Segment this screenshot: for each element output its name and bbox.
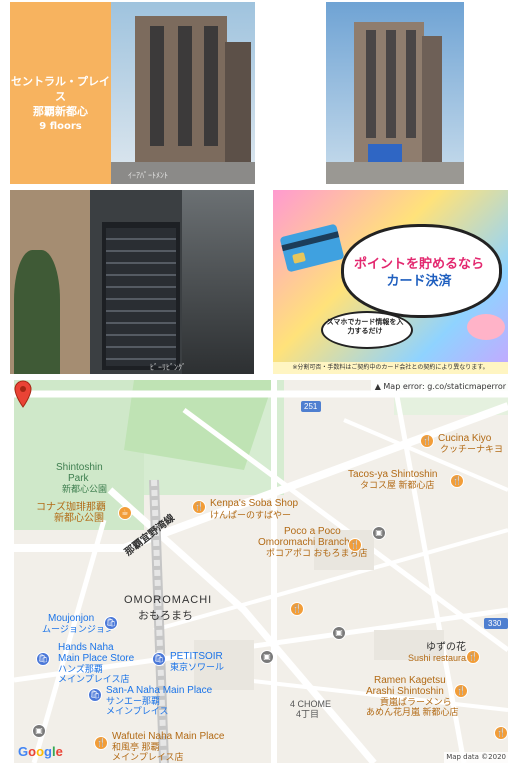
cucina-label-en: Cucina Kiyo bbox=[438, 433, 492, 444]
kenpas-label-en: Kenpa's Soba Shop bbox=[210, 498, 299, 509]
promo-footnote: ※分割可否・手数料はご契約中のカード会社との契約により異なります。 bbox=[273, 362, 508, 374]
piggy-bank-icon bbox=[467, 314, 505, 340]
hands-label-ja1: ハンズ那覇 bbox=[58, 664, 103, 674]
petitsoir-label-ja: 東京ソワール bbox=[170, 662, 225, 672]
park-label-ja: 新都心公園 bbox=[62, 484, 108, 494]
window-column bbox=[150, 26, 164, 146]
ramen-label-ja1: 貢嵐ぱラーメンら bbox=[380, 697, 452, 707]
promo-banner[interactable]: ポイントを貯めるなら カード決済 スマホでカード情報を入力するだけ ※分割可否・… bbox=[273, 190, 508, 374]
chome-label-ja: 4丁目 bbox=[296, 709, 320, 719]
ramen-label-ja2: あめん花月嵐 新都心店 bbox=[366, 707, 459, 717]
cafe-pin-icon[interactable]: ☕ bbox=[118, 506, 132, 520]
restaurant-pin-icon[interactable]: 🍴 bbox=[94, 736, 108, 750]
glass-wall bbox=[182, 190, 254, 374]
restaurant-pin-icon[interactable]: 🍴 bbox=[494, 726, 508, 740]
bus-stop-icon[interactable]: ▣ bbox=[32, 724, 46, 738]
window-column bbox=[178, 26, 192, 146]
map-error-banner: ▲ Map error: g.co/staticmaperror bbox=[370, 380, 508, 393]
yuzu-label-en: Sushi restaurant bbox=[408, 653, 474, 663]
cucina-label-ja: クッチーナキヨ bbox=[440, 444, 504, 454]
wafutei-label-en: Wafutei Naha Main Place bbox=[112, 731, 225, 742]
restaurant-pin-icon[interactable]: 🍴 bbox=[466, 650, 480, 664]
restaurant-pin-icon[interactable]: 🍴 bbox=[454, 684, 468, 698]
building-photo[interactable]: セントラル・プレイス 那覇新都心 9 floors ｲｰｱﾊﾟｰﾄﾒﾝﾄ bbox=[10, 2, 255, 184]
restaurant-pin-icon[interactable]: 🍴 bbox=[420, 434, 434, 448]
building-name-line1: セントラル・プレイス bbox=[11, 75, 110, 103]
building-name-line2: 那覇新都心 bbox=[33, 105, 88, 118]
sana-label-ja2: メインプレイス bbox=[106, 706, 169, 716]
building-name: セントラル・プレイス 那覇新都心 bbox=[10, 74, 111, 119]
window-column bbox=[204, 26, 218, 146]
bus-stop-icon[interactable]: ▣ bbox=[260, 650, 274, 664]
small-bubble-text: スマホでカード情報を入力するだけ bbox=[326, 318, 404, 335]
kenpas-label-ja: けんぱーのすばやー bbox=[210, 510, 292, 520]
route-251-shield: 251 bbox=[304, 402, 318, 411]
hands-label-en1: Hands Naha bbox=[58, 642, 114, 653]
wafutei-label-ja2: メインプレイス店 bbox=[112, 752, 184, 762]
shopping-pin-icon[interactable]: 🛍 bbox=[152, 652, 166, 666]
location-marker-icon[interactable] bbox=[14, 380, 32, 408]
ramen-label-en1: Ramen Kagetsu bbox=[374, 675, 446, 686]
district-label-ja: おもろまち bbox=[138, 610, 193, 622]
moujonjon-label-ja: ムージョンジョン bbox=[42, 624, 114, 634]
bus-stop-icon[interactable]: ▣ bbox=[372, 526, 386, 540]
plants bbox=[14, 250, 60, 374]
promo-headline-line2: カード決済 bbox=[386, 274, 452, 289]
shopping-pin-icon[interactable]: 🛍 bbox=[36, 652, 50, 666]
poco-label-en1: Poco a Poco bbox=[284, 526, 341, 537]
window-column bbox=[386, 30, 396, 138]
building-side bbox=[422, 36, 442, 162]
yuzu-label-ja: ゆずの花 bbox=[426, 642, 466, 653]
poco-label-en2: Omoromachi Branch bbox=[258, 537, 350, 548]
credit-card-icon bbox=[279, 223, 345, 273]
promo-headline: ポイントを貯めるなら カード決済 bbox=[349, 256, 489, 290]
moujonjon-label-en: Moujonjon bbox=[48, 613, 95, 624]
wafutei-label-ja1: 和風亭 那覇 bbox=[112, 742, 160, 752]
hands-label-ja2: メインプレイス店 bbox=[58, 674, 130, 684]
route-330-shield: 330 bbox=[488, 619, 502, 628]
window-column bbox=[366, 30, 376, 138]
konazu-label-1: コナズ珈琲那覇 bbox=[36, 502, 106, 513]
promo-headline-line1: ポイントを貯めるなら bbox=[353, 257, 484, 272]
watermark: ｲｰｱﾊﾟｰﾄﾒﾝﾄ bbox=[128, 171, 168, 180]
window-column bbox=[406, 30, 416, 138]
watermark: ﾋﾞｰﾘﾋﾞﾝｸﾞ bbox=[150, 363, 186, 372]
shopping-pin-icon[interactable]: 🛍 bbox=[104, 616, 118, 630]
hands-label-en2: Main Place Store bbox=[58, 653, 135, 664]
restaurant-pin-icon[interactable]: 🍴 bbox=[290, 602, 304, 616]
sana-label-en: San-A Naha Main Place bbox=[106, 685, 213, 696]
static-map[interactable]: 251 330 ▲ Map error: g.co/staticmaperror… bbox=[14, 380, 508, 763]
restaurant-pin-icon[interactable]: 🍴 bbox=[348, 538, 362, 552]
map-error-text: Map error: g.co/staticmaperror bbox=[383, 382, 506, 391]
sana-label-ja1: サンエー那覇 bbox=[106, 696, 161, 706]
ramen-label-en2: Arashi Shintoshin bbox=[366, 686, 444, 697]
park-label-en: Shintoshin bbox=[56, 462, 103, 473]
mailbox-photo[interactable]: ﾋﾞｰﾘﾋﾞﾝｸﾞ bbox=[10, 190, 254, 374]
park-label-en2: Park bbox=[68, 473, 89, 484]
storefront-blue bbox=[368, 144, 402, 162]
restaurant-pin-icon[interactable]: 🍴 bbox=[450, 474, 464, 488]
bus-stop-icon[interactable]: ▣ bbox=[332, 626, 346, 640]
tacos-label-en: Tacos-ya Shintoshin bbox=[348, 469, 438, 480]
petitsoir-label-en: PETITSOIR bbox=[170, 651, 223, 662]
floor-count: 9 floors bbox=[39, 121, 82, 132]
street bbox=[326, 162, 464, 184]
chome-label-en: 4 CHOME bbox=[290, 699, 332, 709]
shopping-pin-icon[interactable]: 🛍 bbox=[88, 688, 102, 702]
restaurant-pin-icon[interactable]: 🍴 bbox=[192, 500, 206, 514]
konazu-label-2: 新都心公園 bbox=[54, 513, 104, 524]
map-attribution[interactable]: Map data ©2020 bbox=[444, 752, 508, 763]
building-street-photo[interactable] bbox=[326, 2, 464, 184]
mailbox-slots bbox=[106, 228, 176, 366]
tacos-label-ja: タコス屋 新都心店 bbox=[360, 480, 435, 490]
google-logo[interactable]: Google bbox=[18, 744, 63, 759]
district-label-en: OMOROMACHI bbox=[124, 594, 213, 606]
